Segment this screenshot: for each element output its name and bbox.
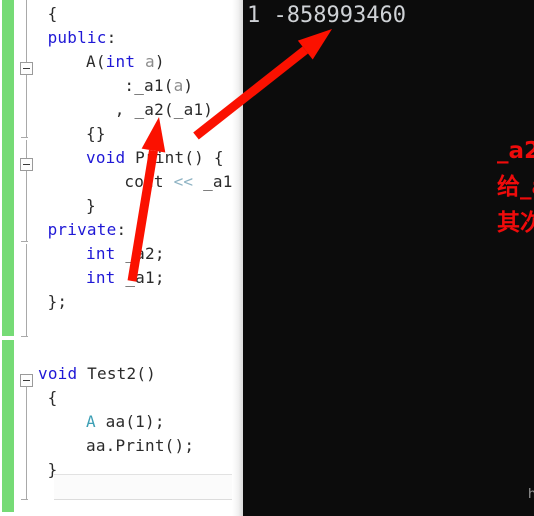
code-token: , _a2(_a1) (114, 100, 214, 119)
code-token: : (116, 220, 127, 239)
editor-right-edge (232, 0, 243, 516)
code-token: a (145, 52, 155, 71)
csdn-blog-watermark: https://blog.csdn.net/qq_40076022 (528, 487, 534, 502)
code-token: { (47, 4, 58, 23)
code-token: Print() { (125, 148, 224, 167)
code-line[interactable]: int _a1; (86, 266, 165, 290)
change-bar (2, 0, 14, 516)
code-token: int (86, 268, 116, 287)
code-text[interactable]: {public: A(int a):_a1(a), _a2(_a1){} void … (38, 0, 243, 516)
code-token: {} (86, 124, 106, 143)
minus-icon (23, 68, 30, 69)
code-token: _a2; (115, 244, 165, 263)
code-token: }; (47, 292, 68, 311)
code-token: void (38, 364, 78, 383)
fold-margin[interactable] (16, 0, 38, 516)
minus-icon (23, 164, 30, 165)
code-token: : (106, 28, 117, 47)
fold-guide-line (26, 0, 27, 62)
fold-toggle-constructor[interactable] (20, 62, 33, 75)
fold-guide-line (26, 387, 27, 499)
code-token: public (47, 28, 107, 47)
fold-toggle-test2-function[interactable] (20, 374, 33, 387)
fold-guide-foot (21, 336, 28, 337)
code-line[interactable]: } (48, 458, 58, 482)
code-token: { (47, 388, 58, 407)
screenshot-root: {public: A(int a):_a1(a), _a2(_a1){} void … (0, 0, 534, 516)
code-line[interactable]: { (48, 386, 58, 410)
code-token: aa(1); (95, 412, 165, 431)
code-token: A( (86, 52, 106, 71)
code-line[interactable]: }; (48, 290, 68, 314)
fold-guide-line (26, 171, 27, 241)
code-token: _a1 (193, 172, 233, 191)
console-output-line: 1 -858993460 (247, 3, 406, 28)
fold-guide-line (26, 75, 27, 137)
red-annotation-text: _a2先声明因此先 给_a2初始化， 其次初始化_a1 (497, 138, 534, 236)
code-line[interactable]: , _a2(_a1) (115, 98, 213, 122)
code-token: ) (183, 76, 194, 95)
code-line[interactable]: :_a1(a) (124, 74, 193, 98)
code-line[interactable]: private: (48, 218, 127, 242)
change-bar-segment (2, 0, 14, 336)
fold-guide-foot (21, 137, 28, 138)
fold-guide-foot (21, 241, 28, 242)
code-token: int (86, 244, 116, 263)
code-line[interactable]: {} (86, 122, 106, 146)
code-line[interactable]: int _a2; (86, 242, 165, 266)
code-token: void (86, 148, 126, 167)
code-line[interactable]: A aa(1); (86, 410, 165, 434)
code-line[interactable]: } (86, 194, 96, 218)
code-token: a (173, 76, 184, 95)
code-token: int (105, 52, 136, 71)
code-token: :_a1( (124, 76, 174, 95)
code-line[interactable]: cout << _a1 (124, 170, 232, 194)
code-token: private (47, 220, 117, 239)
change-bar-segment (2, 340, 14, 512)
minus-icon (23, 380, 30, 381)
fold-guide-line (26, 140, 27, 158)
program-output-console[interactable]: 1 -858993460 _a2先声明因此先 给_a2初始化， 其次初始化_a1… (243, 0, 534, 516)
code-token: _a1; (115, 268, 165, 287)
code-token: Test2() (77, 364, 157, 383)
code-token: cout (124, 172, 174, 191)
code-editor-panel[interactable]: {public: A(int a):_a1(a), _a2(_a1){} void … (0, 0, 243, 516)
code-line[interactable]: A(int a) (86, 50, 165, 74)
code-line[interactable]: void Test2() (38, 362, 156, 386)
code-token: aa.Print(); (86, 436, 195, 455)
code-token: A (86, 412, 96, 431)
code-token: } (86, 196, 96, 215)
code-line[interactable]: public: (48, 26, 117, 50)
fold-toggle-print-method[interactable] (20, 158, 33, 171)
code-line[interactable]: void Print() { (86, 146, 224, 170)
code-token: ) (154, 52, 165, 71)
fold-guide-line (26, 244, 27, 336)
code-token: } (47, 460, 58, 479)
fold-guide-foot (21, 499, 28, 500)
code-line[interactable]: aa.Print(); (86, 434, 194, 458)
code-token: << (173, 172, 194, 191)
code-line[interactable]: { (48, 2, 58, 26)
